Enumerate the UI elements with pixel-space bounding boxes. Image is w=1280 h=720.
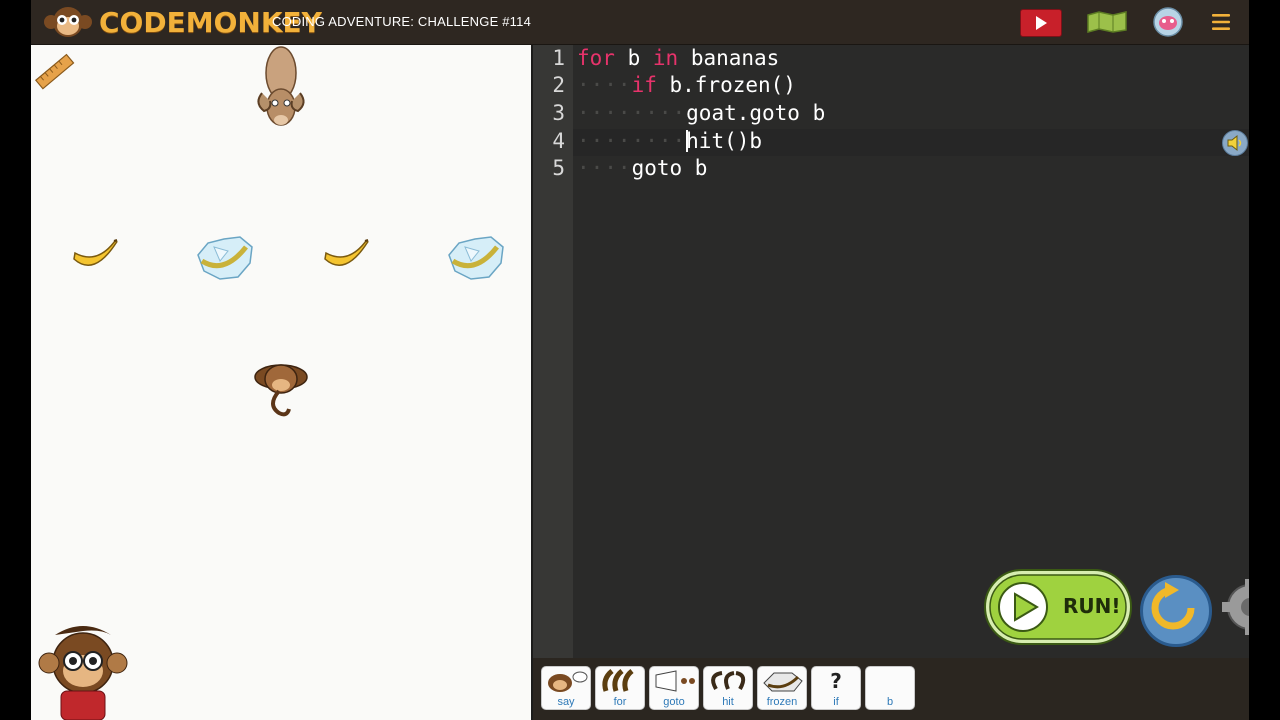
line-number: 1 [552,46,565,70]
reset-button[interactable] [1140,575,1212,647]
tool-hit[interactable]: hit [703,666,753,710]
monkey-speech-icon [548,671,588,692]
question-mark-icon: ? [830,669,842,693]
run-label: RUN! [1063,594,1121,618]
map-button[interactable] [1086,9,1128,35]
tool-label: goto [663,696,685,708]
avatar-button[interactable] [1152,7,1184,37]
goto-arrow-icon [655,670,695,692]
game-stage[interactable] [31,45,531,720]
code-line[interactable]: ····if b.frozen() [577,72,796,99]
frozen-banana [445,233,507,287]
tool-frozen[interactable]: frozen [757,666,807,710]
tool-label: for [613,696,627,708]
settings-button[interactable] [1218,575,1249,639]
tool-label: frozen [766,696,798,708]
tool-label: hit [722,696,734,708]
monkey-logo-icon [39,5,97,39]
play-video-button[interactable] [1020,9,1062,37]
code-toolbar: say for goto hit frozen ? if b [531,658,1249,720]
guide-character [35,619,131,720]
code-line[interactable]: ····goto b [577,155,707,182]
speaker-icon[interactable] [1222,130,1248,156]
avatar-icon [1153,7,1183,37]
tool-for[interactable]: for [595,666,645,710]
line-number-gutter: 1 2 3 4 5 [533,45,573,658]
top-bar: CODEMONKEY CODING ADVENTURE: CHALLENGE #… [31,0,1249,45]
monkey [249,355,313,423]
code-line[interactable]: ········goat.goto b [577,100,825,127]
gear-icon [1222,579,1249,635]
banana [322,239,370,277]
tool-say[interactable]: say [541,666,591,710]
tool-goto[interactable]: goto [649,666,699,710]
hamburger-menu-icon [1212,14,1230,30]
line-number: 3 [552,101,565,125]
menu-button[interactable] [1209,9,1233,35]
tool-label: b [886,696,894,708]
frozen-banana-icon [763,672,803,692]
bananas-icon [602,669,634,692]
line-number: 4 [552,129,565,153]
ruler-icon[interactable] [33,52,77,96]
play-video-icon [1036,16,1047,30]
banana [71,239,119,277]
goat [250,45,312,141]
code-line[interactable]: for b in bananas [577,45,779,72]
line-number: 2 [552,73,565,97]
codemonkey-app: CODEMONKEY CODING ADVENTURE: CHALLENGE #… [31,0,1249,720]
challenge-title: CODING ADVENTURE: CHALLENGE #114 [272,14,532,29]
frozen-banana [194,233,256,287]
tool-if[interactable]: ? if [811,666,861,710]
tool-label: say [557,696,575,708]
code-editor[interactable]: 1 2 3 4 5 for b in bananas ····if b.froz… [531,45,1249,658]
run-button[interactable]: RUN! [983,568,1133,646]
tool-b[interactable]: b [865,666,915,710]
hit-icon [711,671,746,690]
tool-label: if [833,696,839,708]
code-line[interactable]: ········hit()b [577,128,762,155]
map-icon [1087,11,1127,33]
reset-arrow-icon [1151,582,1195,630]
line-number: 5 [552,156,565,180]
